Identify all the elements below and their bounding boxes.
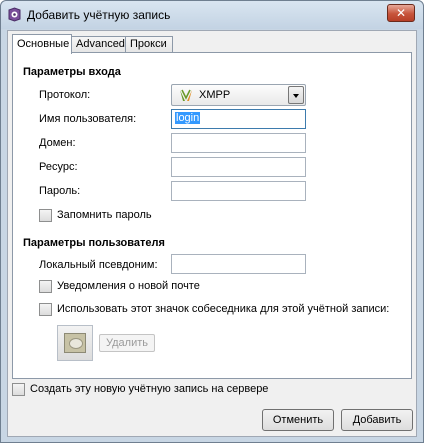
protocol-label: Протокол: [39,89,91,101]
login-section-title: Параметры входа [23,66,121,78]
cancel-button-label: Отменить [272,414,324,426]
title-bar[interactable]: Добавить учётную запись ✕ [1,1,423,29]
pidgin-app-icon [8,7,21,22]
tab-advanced-label: Advanced [76,38,125,50]
create-on-server-row[interactable]: Создать эту новую учётную запись на серв… [12,382,312,397]
new-mail-checkbox[interactable] [39,280,52,293]
username-input[interactable]: login [171,109,306,129]
remove-icon-label: Удалить [106,337,148,349]
username-value: login [175,112,201,124]
buddy-icon-picker[interactable] [57,325,93,361]
remember-password-checkbox[interactable] [39,209,52,222]
username-label: Имя пользователя: [39,113,137,125]
resource-label: Ресурс: [39,161,78,173]
add-button-label: Добавить [352,414,402,426]
close-button[interactable]: ✕ [387,4,415,22]
resource-input[interactable] [171,157,306,177]
domain-label: Домен: [39,137,76,149]
alias-input[interactable] [171,254,306,274]
alias-label: Локальный псевдоним: [39,259,158,271]
buddy-icon-row[interactable]: Использовать этот значок собеседника для… [39,302,409,317]
create-on-server-checkbox[interactable] [12,383,25,396]
buddy-icon-checkbox[interactable] [39,303,52,316]
protocol-value: XMPP [199,89,231,101]
chevron-down-icon[interactable] [288,86,304,104]
cancel-button[interactable]: Отменить [262,409,334,431]
buddy-icon-label: Использовать этот значок собеседника для… [57,303,390,315]
xmpp-logo-icon [180,89,192,101]
add-account-dialog: Добавить учётную запись ✕ Основные Advan… [0,0,424,443]
tab-basic-label: Основные [17,38,70,50]
password-input[interactable] [171,181,306,201]
remember-password-row[interactable]: Запомнить пароль [39,208,239,223]
add-button[interactable]: Добавить [341,409,413,431]
protocol-select[interactable]: XMPP [171,84,306,106]
close-icon: ✕ [395,6,407,20]
domain-input[interactable] [171,133,306,153]
remember-password-label: Запомнить пароль [57,209,152,221]
tab-proxy[interactable]: Прокси [125,36,173,53]
create-on-server-label: Создать эту новую учётную запись на серв… [30,383,269,395]
tab-basic[interactable]: Основные [12,34,72,54]
tab-proxy-label: Прокси [130,38,167,50]
user-section-title: Параметры пользователя [23,237,165,249]
dialog-body: Основные Advanced Прокси Параметры входа… [7,30,417,437]
new-mail-row[interactable]: Уведомления о новой почте [39,279,339,294]
window-title: Добавить учётную запись [27,8,171,22]
tab-advanced[interactable]: Advanced [71,36,126,53]
remove-icon-button[interactable]: Удалить [99,334,155,352]
password-label: Пароль: [39,185,81,197]
new-mail-label: Уведомления о новой почте [57,280,200,292]
buddy-picture-icon [64,333,86,353]
tab-panel-basic: Параметры входа Протокол: XMPP Имя польз… [12,52,412,379]
